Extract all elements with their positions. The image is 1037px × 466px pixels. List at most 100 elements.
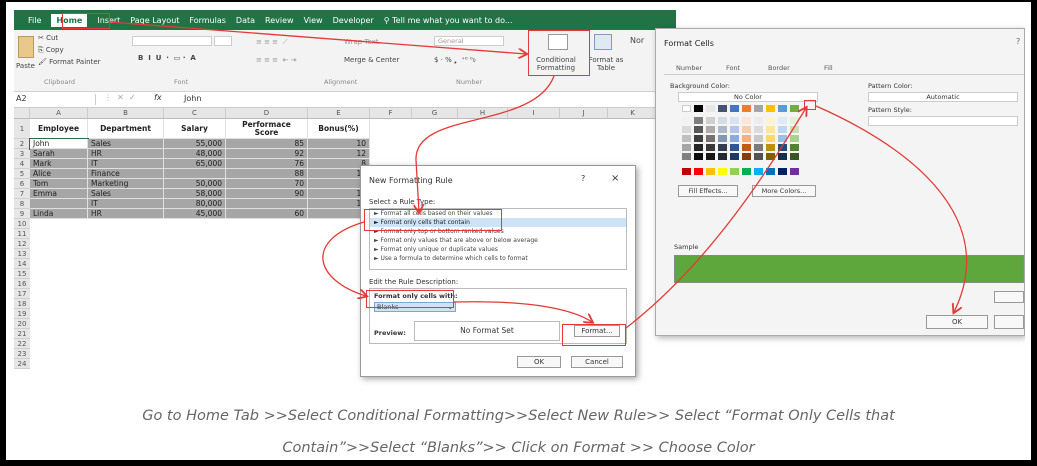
color-swatch[interactable] xyxy=(730,105,739,112)
color-swatch[interactable] xyxy=(754,105,763,112)
tell-me-box[interactable]: ⚲ Tell me what you want to do... xyxy=(384,16,513,25)
rule-type-item[interactable]: ► Format only values that are above or b… xyxy=(370,236,626,245)
wrap-text-button[interactable]: Wrap Text xyxy=(344,38,379,46)
table-cell[interactable]: 70 xyxy=(226,179,308,189)
row-header[interactable]: 8 xyxy=(14,199,30,209)
formula-input[interactable]: John xyxy=(184,94,201,103)
format-cells-side-button[interactable] xyxy=(994,291,1024,303)
tab-page-layout[interactable]: Page Layout xyxy=(130,16,179,25)
row-header[interactable]: 9 xyxy=(14,209,30,219)
color-swatch[interactable] xyxy=(694,105,703,112)
color-swatch[interactable] xyxy=(766,135,775,142)
align-top-buttons[interactable]: ≡ ≡ ≡ ⟋ xyxy=(256,38,287,47)
cancel-button[interactable]: Cancel xyxy=(571,356,623,368)
row-header[interactable]: 15 xyxy=(14,269,30,279)
table-cell[interactable] xyxy=(164,169,226,179)
column-header[interactable]: F xyxy=(370,108,412,119)
column-header[interactable]: D xyxy=(226,108,308,119)
color-swatch[interactable] xyxy=(694,144,703,151)
table-cell[interactable]: Marketing xyxy=(88,179,164,189)
table-cell[interactable]: Emma xyxy=(30,189,88,199)
color-swatch[interactable] xyxy=(790,168,799,175)
merge-center-button[interactable]: Merge & Center xyxy=(344,56,399,64)
pattern-color-dropdown[interactable]: Automatic xyxy=(868,92,1018,102)
color-swatch[interactable] xyxy=(730,144,739,151)
color-swatch[interactable] xyxy=(754,168,763,175)
row-header[interactable]: 6 xyxy=(14,179,30,189)
table-cell[interactable]: HR xyxy=(88,149,164,159)
table-cell[interactable]: Finance xyxy=(88,169,164,179)
color-swatch[interactable] xyxy=(778,117,787,124)
tab-view[interactable]: View xyxy=(304,16,323,25)
color-swatch[interactable] xyxy=(790,153,799,160)
paste-label[interactable]: Paste xyxy=(16,62,35,70)
color-swatch[interactable] xyxy=(742,135,751,142)
color-swatch[interactable] xyxy=(730,168,739,175)
ok-button[interactable]: OK xyxy=(517,356,561,368)
paste-icon[interactable] xyxy=(18,36,34,58)
table-cell[interactable] xyxy=(30,199,88,209)
help-button[interactable]: ? xyxy=(581,174,585,183)
row-header[interactable]: 18 xyxy=(14,299,30,309)
formula-cancel-enter-icons[interactable]: ⋮ ✕ ✓ xyxy=(104,93,136,102)
row-header[interactable]: 4 xyxy=(14,159,30,169)
table-cell[interactable]: Linda xyxy=(30,209,88,219)
color-swatch[interactable] xyxy=(778,168,787,175)
color-swatch[interactable] xyxy=(766,105,775,112)
close-button[interactable]: × xyxy=(611,173,619,184)
color-swatch[interactable] xyxy=(754,135,763,142)
column-title[interactable]: Department xyxy=(88,119,164,139)
color-swatch[interactable] xyxy=(790,144,799,151)
color-swatch[interactable] xyxy=(718,126,727,133)
column-header[interactable]: H xyxy=(458,108,508,119)
color-swatch[interactable] xyxy=(718,168,727,175)
color-swatch[interactable] xyxy=(682,135,691,142)
font-size-box[interactable] xyxy=(214,36,232,46)
table-cell[interactable]: 58,000 xyxy=(164,189,226,199)
table-cell[interactable] xyxy=(226,199,308,209)
row-header[interactable]: 16 xyxy=(14,279,30,289)
row-header[interactable]: 23 xyxy=(14,349,30,359)
format-cells-cancel-button-cut[interactable] xyxy=(994,315,1024,329)
table-cell[interactable]: 65,000 xyxy=(164,159,226,169)
color-swatch[interactable] xyxy=(706,168,715,175)
cut-button[interactable]: ✂ Cut xyxy=(38,34,58,42)
color-swatch[interactable] xyxy=(790,105,799,112)
table-cell[interactable]: 48,000 xyxy=(164,149,226,159)
column-title[interactable]: Salary xyxy=(164,119,226,139)
color-swatch[interactable] xyxy=(706,153,715,160)
column-header[interactable]: A xyxy=(30,108,88,119)
color-swatch[interactable] xyxy=(682,153,691,160)
table-cell[interactable]: Sales xyxy=(88,139,164,149)
color-swatch[interactable] xyxy=(754,117,763,124)
tab-number[interactable]: Number xyxy=(676,64,702,72)
color-swatch[interactable] xyxy=(778,153,787,160)
font-style-buttons[interactable]: B I U · ▭ · A xyxy=(138,54,196,62)
color-swatch[interactable] xyxy=(718,144,727,151)
format-cells-ok-button[interactable]: OK xyxy=(926,315,988,329)
table-cell[interactable]: IT xyxy=(88,199,164,209)
font-name-box[interactable] xyxy=(132,36,212,46)
format-cells-help-icon[interactable]: ? xyxy=(1016,37,1020,46)
row-header[interactable]: 13 xyxy=(14,249,30,259)
color-swatch[interactable] xyxy=(742,105,751,112)
color-swatch[interactable] xyxy=(730,126,739,133)
color-swatch[interactable] xyxy=(718,153,727,160)
column-header[interactable]: G xyxy=(412,108,458,119)
row-header[interactable]: 19 xyxy=(14,309,30,319)
format-table-icon[interactable] xyxy=(594,34,612,50)
column-header[interactable]: J xyxy=(560,108,608,119)
table-cell[interactable]: 45,000 xyxy=(164,209,226,219)
table-cell[interactable]: Sales xyxy=(88,189,164,199)
column-header[interactable]: I xyxy=(508,108,560,119)
table-cell[interactable]: Mark xyxy=(30,159,88,169)
color-swatch[interactable] xyxy=(682,168,691,175)
row-header[interactable]: 1 xyxy=(14,119,30,139)
align-buttons[interactable]: ≡ ≡ ≡ ⇤ ⇥ xyxy=(256,56,296,64)
table-cell[interactable]: 85 xyxy=(226,139,308,149)
table-cell[interactable]: 88 xyxy=(226,169,308,179)
color-swatch[interactable] xyxy=(730,153,739,160)
color-swatch[interactable] xyxy=(694,168,703,175)
color-swatch[interactable] xyxy=(742,168,751,175)
color-swatch[interactable] xyxy=(694,126,703,133)
